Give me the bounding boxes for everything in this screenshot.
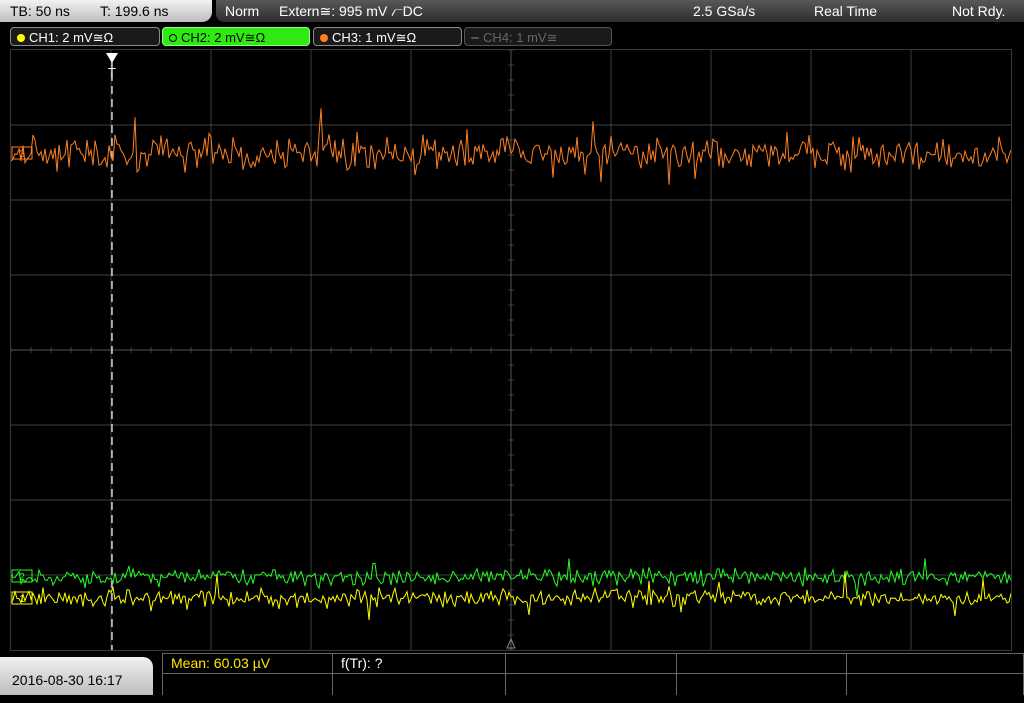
trigger-marker-label: T <box>108 65 116 80</box>
sample-rate: 2.5 GSa/s <box>693 3 756 19</box>
trigger-position-icon[interactable] <box>106 53 118 63</box>
ch3-marker-text: 3 <box>19 149 25 160</box>
ch1-dot-icon <box>17 34 25 42</box>
trigger-source: Extern≅: 995 mV ⦧DC <box>279 3 423 19</box>
trigger-panel[interactable]: Norm Extern≅: 995 mV ⦧DC 2.5 GSa/s Real … <box>216 0 1024 22</box>
channel-tab-ch4[interactable]: CH4: 1 mV≅ <box>464 27 612 46</box>
meas-cell-ftr[interactable]: f(Tr): ? <box>332 653 505 695</box>
meas-cell-empty-3[interactable] <box>846 653 1024 695</box>
frequency-readout: f(Tr): ? <box>341 655 383 671</box>
acquisition-mode: Real Time <box>814 3 878 19</box>
timebase-readout: TB: 50 ns <box>10 3 70 19</box>
channel-tab-ch1[interactable]: CH1: 2 mV≅Ω <box>10 27 160 46</box>
ch1-label: CH1: 2 mV≅Ω <box>29 30 114 45</box>
mean-readout: Mean: 60.03 µV <box>171 655 271 671</box>
trigger-time-readout: T: 199.6 ns <box>100 3 169 19</box>
ch2-dot-icon <box>169 34 177 42</box>
timebase-panel[interactable]: TB: 50 ns T: 199.6 ns <box>0 0 212 22</box>
trigger-mode: Norm <box>225 3 260 19</box>
ch2-marker-text: 2 <box>19 572 25 583</box>
channel-tab-ch3[interactable]: CH3: 1 mV≅Ω <box>313 27 462 46</box>
ch4-dash-icon <box>471 37 479 39</box>
ch3-dot-icon <box>320 34 328 42</box>
meas-cell-empty-1[interactable] <box>505 653 676 695</box>
ch4-label: CH4: 1 mV≅ <box>483 30 558 45</box>
meas-cell-mean[interactable]: Mean: 60.03 µV <box>162 653 332 695</box>
meas-cell-empty-2[interactable] <box>676 653 846 695</box>
ch2-label: CH2: 2 mV≅Ω <box>181 30 266 45</box>
status-bar: TB: 50 ns T: 199.6 ns Norm Extern≅: 995 … <box>0 0 1024 24</box>
date-time: 2016-08-30 16:17 <box>0 657 153 695</box>
ch3-label: CH3: 1 mV≅Ω <box>332 30 417 45</box>
ch1-offset-marker[interactable]: 1 <box>11 591 33 605</box>
ch1-marker-text: 1 <box>19 594 25 605</box>
run-state: Not Rdy. <box>952 3 1006 19</box>
measurement-table[interactable]: Mean: 60.03 µV f(Tr): ? <box>162 653 1024 695</box>
waveform-display[interactable]: T 3 2 1 <box>11 50 1011 650</box>
channel-tab-ch2[interactable]: CH2: 2 mV≅Ω <box>162 27 310 46</box>
